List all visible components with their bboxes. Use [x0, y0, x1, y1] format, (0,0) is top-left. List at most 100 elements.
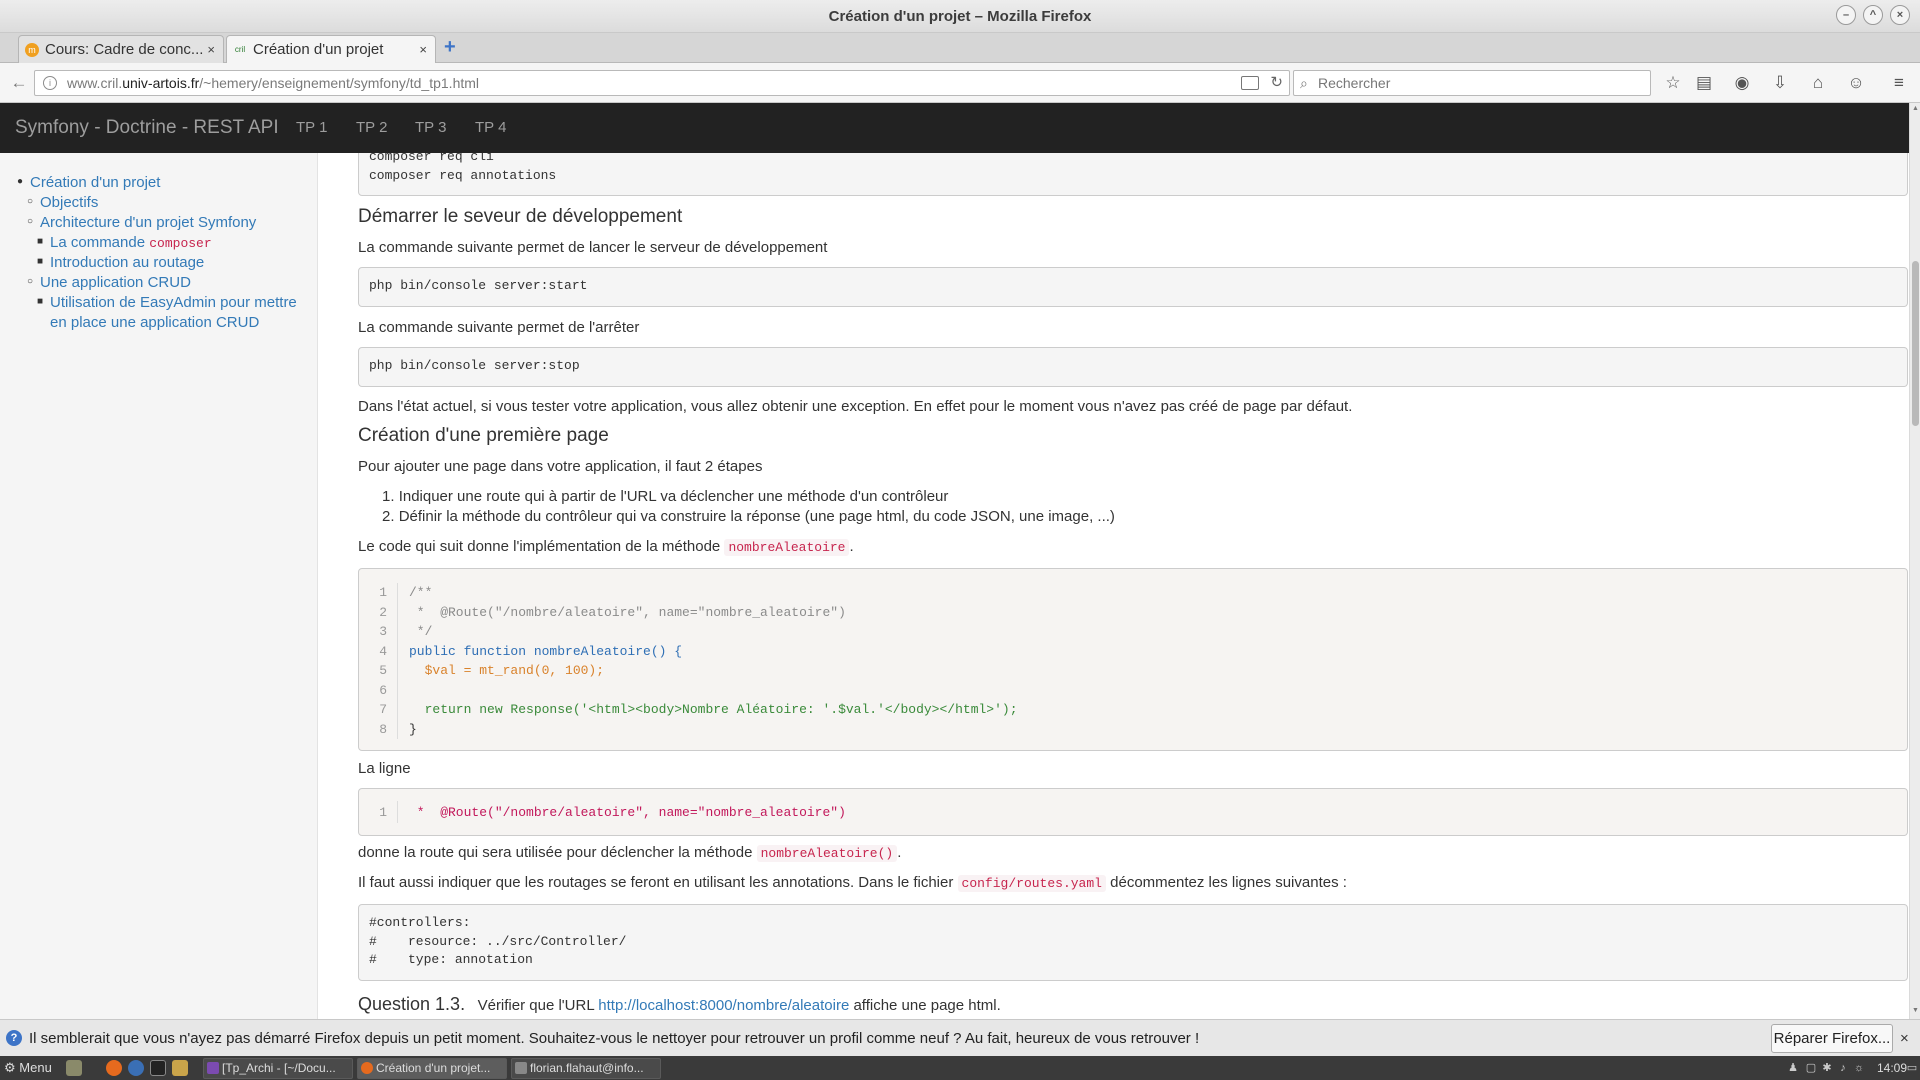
toc-bullet: ■: [37, 296, 44, 307]
home-icon[interactable]: ⌂: [1806, 72, 1830, 94]
toc-commande-label: La commande: [50, 234, 150, 251]
code-block-route-line: 1 * @Route("/nombre/aleatoire", name="no…: [358, 788, 1908, 836]
task-label: Création d'un projet...: [376, 1061, 491, 1075]
list-number: 1.: [382, 488, 399, 505]
nav-tp3[interactable]: TP 3: [415, 103, 446, 153]
toc-bullet: ○: [27, 196, 34, 207]
url-bar[interactable]: i www.cril.univ-artois.fr/~hemery/enseig…: [34, 70, 1290, 96]
list-text: Définir la méthode du contrôleur qui va …: [398, 508, 1115, 525]
paragraph-text: donne la route qui sera utilisée pour dé…: [358, 844, 757, 861]
site-info-icon[interactable]: i: [43, 76, 57, 90]
paragraph-text: Il faut aussi indiquer que les routages …: [358, 874, 958, 891]
site-navbar: Symfony - Doctrine - REST API TP 1 TP 2 …: [0, 103, 1909, 153]
list-item-step1: 1. Indiquer une route qui à partir de l'…: [382, 487, 948, 507]
paragraph-route: donne la route qui sera utilisée pour dé…: [358, 843, 901, 864]
toc-easyadmin-line1: Utilisation de EasyAdmin pour mettre: [50, 294, 297, 311]
tab-creation-projet[interactable]: cril Création d'un projet ×: [226, 35, 436, 64]
task-tp-archi[interactable]: [Tp_Archi - [~/Docu...: [203, 1058, 353, 1079]
code-text: # type: annotation: [369, 952, 533, 967]
code-text: php bin/console server:stop: [369, 358, 580, 373]
paragraph-lancer: La commande suivante permet de lancer le…: [358, 239, 828, 256]
code-line-1: 1 * @Route("/nombre/aleatoire", name="no…: [379, 805, 846, 820]
terminal-launcher-icon[interactable]: [150, 1060, 166, 1076]
new-tab-icon[interactable]: +: [444, 36, 464, 58]
ide-icon: [207, 1062, 219, 1074]
nav-toolbar: ← i www.cril.univ-artois.fr/~hemery/ense…: [0, 63, 1920, 103]
toc-crud[interactable]: Une application CRUD: [40, 273, 191, 293]
minimize-icon[interactable]: –: [1836, 5, 1856, 25]
display-tray-icon[interactable]: ▢: [1805, 1061, 1817, 1075]
paragraph-text: décommentez les lignes suivantes :: [1105, 874, 1347, 891]
paragraph-routes-yaml: Il faut aussi indiquer que les routages …: [358, 873, 1347, 894]
clock: 14:09: [1877, 1061, 1908, 1075]
tab-label: Cours: Cadre de conc...: [45, 41, 204, 58]
chat-icon[interactable]: ☺: [1844, 72, 1868, 94]
mail-icon: [515, 1062, 527, 1074]
close-notification-icon[interactable]: ×: [1900, 1020, 1909, 1057]
tab-bar: m Cours: Cadre de conc... × cril Créatio…: [0, 33, 1920, 64]
volume-tray-icon[interactable]: ♪: [1837, 1061, 1849, 1075]
toc-commande-composer[interactable]: La commande composer: [50, 233, 212, 254]
browser-launcher-icon[interactable]: [128, 1060, 144, 1076]
downloads-icon[interactable]: ⇩: [1768, 72, 1792, 94]
code-text: composer req cli: [369, 153, 494, 164]
bookmarks-menu-icon[interactable]: ▤: [1692, 72, 1716, 94]
toc-easyadmin[interactable]: Utilisation de EasyAdmin pour mettre en p…: [50, 293, 297, 333]
brightness-tray-icon[interactable]: ☼: [1853, 1061, 1865, 1075]
firefox-icon: [361, 1062, 373, 1074]
firefox-launcher-icon[interactable]: [106, 1060, 122, 1076]
hamburger-menu-icon[interactable]: ≡: [1887, 72, 1911, 94]
search-input[interactable]: ⌕ Rechercher: [1293, 70, 1651, 96]
code-line-5: 5 $val = mt_rand(0, 100);: [379, 663, 605, 678]
files-launcher-icon[interactable]: [66, 1060, 82, 1076]
reload-icon[interactable]: ↻: [1270, 71, 1283, 95]
tab-cours[interactable]: m Cours: Cadre de conc... ×: [18, 35, 224, 63]
bookmark-star-icon[interactable]: ☆: [1661, 72, 1685, 94]
maximize-icon[interactable]: ^: [1863, 5, 1883, 25]
toc-routage[interactable]: Introduction au routage: [50, 253, 204, 273]
task-label: [Tp_Archi - [~/Docu...: [222, 1061, 336, 1075]
bluetooth-tray-icon[interactable]: ✱: [1821, 1061, 1833, 1075]
list-item-step2: 2. Définir la méthode du contrôleur qui …: [382, 507, 1115, 527]
code-block-controller: 1/** 2 * @Route("/nombre/aleatoire", nam…: [358, 568, 1908, 751]
inline-code-file: config/routes.yaml: [957, 875, 1106, 892]
localhost-link[interactable]: http://localhost:8000/nombre/aleatoire: [598, 997, 849, 1014]
task-mail[interactable]: florian.flahaut@info...: [511, 1058, 661, 1079]
close-window-icon[interactable]: ×: [1890, 5, 1910, 25]
scroll-down-icon[interactable]: ▼: [1910, 1007, 1920, 1017]
question-1-3: Question 1.3. Vérifier que l'URL http://…: [358, 994, 1001, 1016]
toc-bullet: ■: [37, 256, 44, 267]
close-tab-icon[interactable]: ×: [207, 36, 215, 63]
folder-launcher-icon[interactable]: [172, 1060, 188, 1076]
nav-tp1[interactable]: TP 1: [296, 103, 327, 153]
notifications-tray-icon[interactable]: ▭: [1906, 1061, 1918, 1075]
window-titlebar: Création d'un projet – Mozilla Firefox –…: [0, 0, 1920, 33]
task-firefox[interactable]: Création d'un projet...: [357, 1058, 507, 1079]
toc-objectifs[interactable]: Objectifs: [40, 193, 98, 213]
page-scrollbar[interactable]: ▲ ▼: [1909, 103, 1920, 1019]
pocket-icon[interactable]: ◉: [1730, 72, 1754, 94]
scroll-up-icon[interactable]: ▲: [1910, 105, 1920, 115]
paragraph-exception: Dans l'état actuel, si vous tester votre…: [358, 398, 1353, 415]
nav-tp4[interactable]: TP 4: [475, 103, 506, 153]
start-menu-label: Menu: [19, 1060, 52, 1075]
code-line-4: 4 public function nombreAleatoire() {: [379, 643, 683, 659]
back-icon[interactable]: ←: [6, 71, 32, 95]
info-icon: ?: [6, 1030, 22, 1046]
start-menu[interactable]: ⚙ Menu: [4, 1056, 52, 1080]
close-tab-icon[interactable]: ×: [419, 36, 427, 63]
reader-view-icon[interactable]: [1241, 76, 1259, 90]
nav-tp2[interactable]: TP 2: [356, 103, 387, 153]
code-block-routes-yaml: #controllers: # resource: ../src/Control…: [358, 904, 1908, 981]
paragraph-text: Le code qui suit donne l'implémentation …: [358, 538, 725, 555]
repair-firefox-button[interactable]: Réparer Firefox...: [1771, 1024, 1893, 1053]
scrollbar-thumb[interactable]: [1912, 261, 1919, 426]
url-prefix: www.cril.: [67, 75, 123, 91]
search-icon: ⌕: [1300, 75, 1308, 91]
toc-architecture[interactable]: Architecture d'un projet Symfony: [40, 213, 256, 233]
window-controls: – ^ ×: [1836, 5, 1910, 25]
code-text: # resource: ../src/Controller/: [369, 933, 627, 949]
toc-creation-projet[interactable]: Création d'un projet: [30, 173, 160, 193]
user-tray-icon[interactable]: ♟: [1787, 1061, 1799, 1075]
site-brand[interactable]: Symfony - Doctrine - REST API: [15, 103, 279, 153]
